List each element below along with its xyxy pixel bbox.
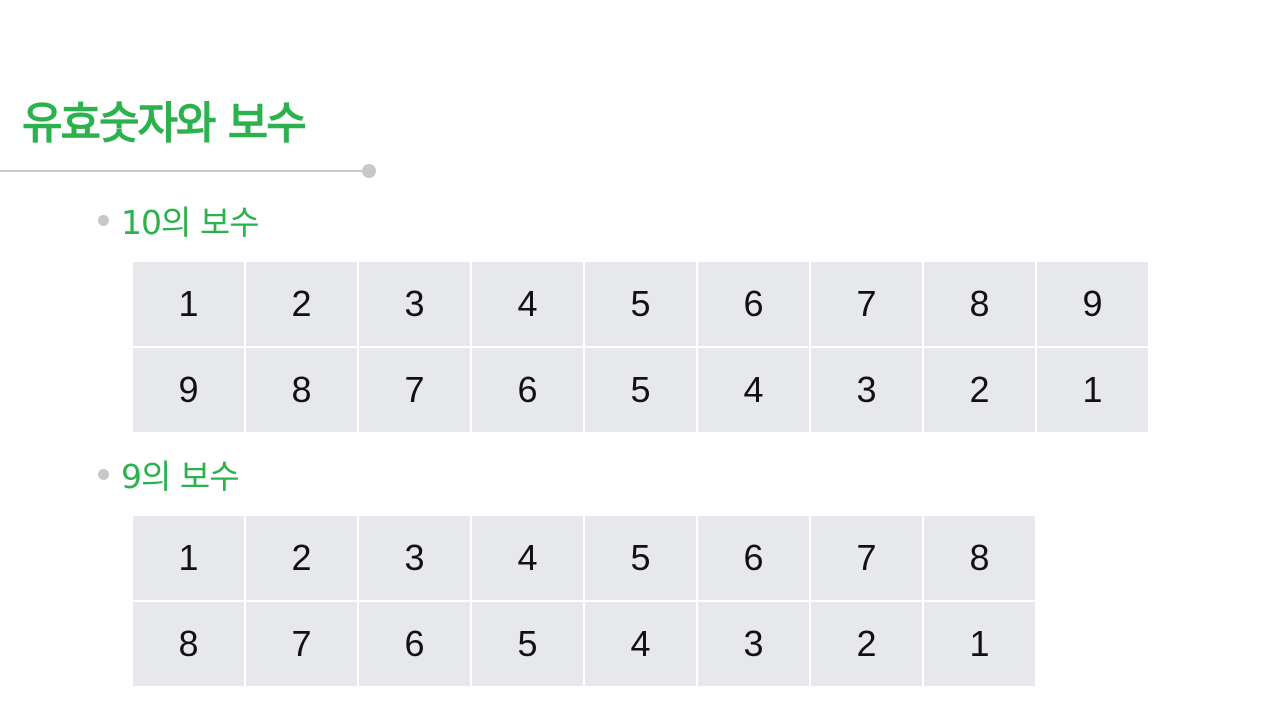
table-cell: 8 (244, 346, 359, 432)
nines-complement-table: 1 2 3 4 5 6 7 8 8 7 6 5 4 3 2 1 (133, 516, 1035, 686)
table-cell: 9 (1035, 262, 1148, 348)
table-cell: 5 (583, 346, 698, 432)
section-heading-nines-complement: 9의 보수 (98, 452, 240, 496)
table-cell: 6 (696, 516, 811, 602)
section-heading-tens-complement: 10의 보수 (98, 198, 260, 242)
title-divider-line (0, 170, 366, 172)
table-cell: 5 (583, 262, 698, 348)
table-cell: 7 (244, 600, 359, 686)
table-row-original: 1 2 3 4 5 6 7 8 (133, 516, 1035, 602)
table-cell: 3 (357, 262, 472, 348)
table-cell: 7 (809, 516, 924, 602)
bullet-dot-icon (98, 214, 109, 226)
table-cell: 4 (470, 516, 585, 602)
table-cell: 1 (133, 262, 246, 348)
table-cell: 2 (922, 346, 1037, 432)
table-cell: 1 (1035, 346, 1148, 432)
table-cell: 2 (244, 516, 359, 602)
section-heading-label: 9의 보수 (121, 457, 240, 496)
slide-title: 유효숫자와 보수 (22, 98, 307, 149)
table-cell: 3 (809, 346, 924, 432)
table-cell: 1 (922, 600, 1035, 686)
table-cell: 5 (470, 600, 585, 686)
table-cell: 6 (470, 346, 585, 432)
table-cell: 6 (696, 262, 811, 348)
table-cell: 6 (357, 600, 472, 686)
table-cell: 4 (583, 600, 698, 686)
table-cell: 8 (922, 516, 1035, 602)
table-row-original: 1 2 3 4 5 6 7 8 9 (133, 262, 1148, 348)
divider-end-dot (362, 164, 376, 178)
section-heading-label: 10의 보수 (121, 203, 260, 242)
table-row-complement: 9 8 7 6 5 4 3 2 1 (133, 346, 1148, 432)
table-cell: 9 (133, 346, 246, 432)
table-cell: 4 (696, 346, 811, 432)
table-cell: 3 (357, 516, 472, 602)
table-cell: 2 (244, 262, 359, 348)
table-cell: 1 (133, 516, 246, 602)
table-row-complement: 8 7 6 5 4 3 2 1 (133, 600, 1035, 686)
tens-complement-table: 1 2 3 4 5 6 7 8 9 9 8 7 6 5 4 3 2 1 (133, 262, 1148, 432)
table-cell: 8 (133, 600, 246, 686)
table-cell: 2 (809, 600, 924, 686)
table-cell: 3 (696, 600, 811, 686)
table-cell: 7 (357, 346, 472, 432)
table-cell: 4 (470, 262, 585, 348)
table-cell: 5 (583, 516, 698, 602)
bullet-dot-icon (98, 468, 109, 480)
table-cell: 7 (809, 262, 924, 348)
table-cell: 8 (922, 262, 1037, 348)
